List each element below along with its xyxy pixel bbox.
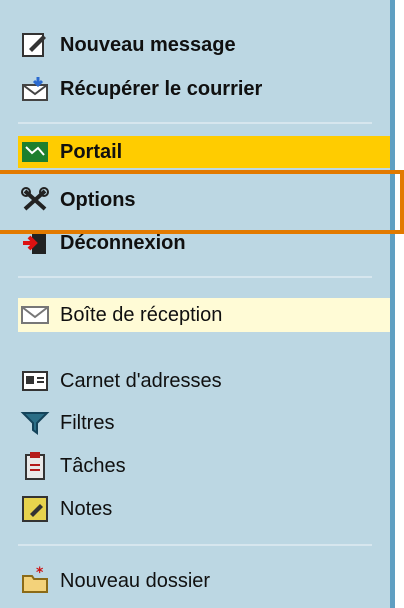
address-book-label: Carnet d'adresses xyxy=(60,369,222,392)
note-pencil-icon xyxy=(18,494,52,524)
inbox-folder[interactable]: Boîte de réception xyxy=(18,298,390,332)
compose-icon xyxy=(18,30,52,60)
separator xyxy=(18,544,372,546)
fetch-mail-label: Récupérer le courrier xyxy=(60,77,263,100)
portal-menu-item[interactable]: Portail xyxy=(18,136,390,168)
tasks-label: Tâches xyxy=(60,454,126,477)
clipboard-icon xyxy=(18,451,52,481)
new-message-button[interactable]: Nouveau message xyxy=(18,28,390,62)
notes-label: Notes xyxy=(60,497,113,520)
left-navigation-panel: Nouveau message Récupérer le courrier Po… xyxy=(0,0,395,608)
portal-map-icon xyxy=(18,137,52,167)
options-highlight-overlay xyxy=(0,170,404,234)
inbox-label: Boîte de réception xyxy=(60,303,223,326)
portal-label: Portail xyxy=(60,140,123,163)
svg-text:*: * xyxy=(36,566,44,581)
address-book-item[interactable]: Carnet d'adresses xyxy=(18,364,390,398)
logout-label: Déconnexion xyxy=(60,231,186,254)
separator xyxy=(18,122,372,124)
separator xyxy=(18,276,372,278)
fetch-mail-button[interactable]: Récupérer le courrier xyxy=(18,72,390,106)
tasks-item[interactable]: Tâches xyxy=(18,449,390,483)
filters-item[interactable]: Filtres xyxy=(18,406,390,440)
filters-label: Filtres xyxy=(60,411,115,434)
filter-funnel-icon xyxy=(18,408,52,438)
contact-card-icon xyxy=(18,366,52,396)
new-folder-icon: * xyxy=(18,566,52,596)
envelope-icon xyxy=(18,300,52,330)
get-mail-icon xyxy=(18,74,52,104)
notes-item[interactable]: Notes xyxy=(18,492,390,526)
new-folder-label: Nouveau dossier xyxy=(60,569,211,592)
new-folder-button[interactable]: * Nouveau dossier xyxy=(18,564,390,598)
new-message-label: Nouveau message xyxy=(60,33,236,56)
